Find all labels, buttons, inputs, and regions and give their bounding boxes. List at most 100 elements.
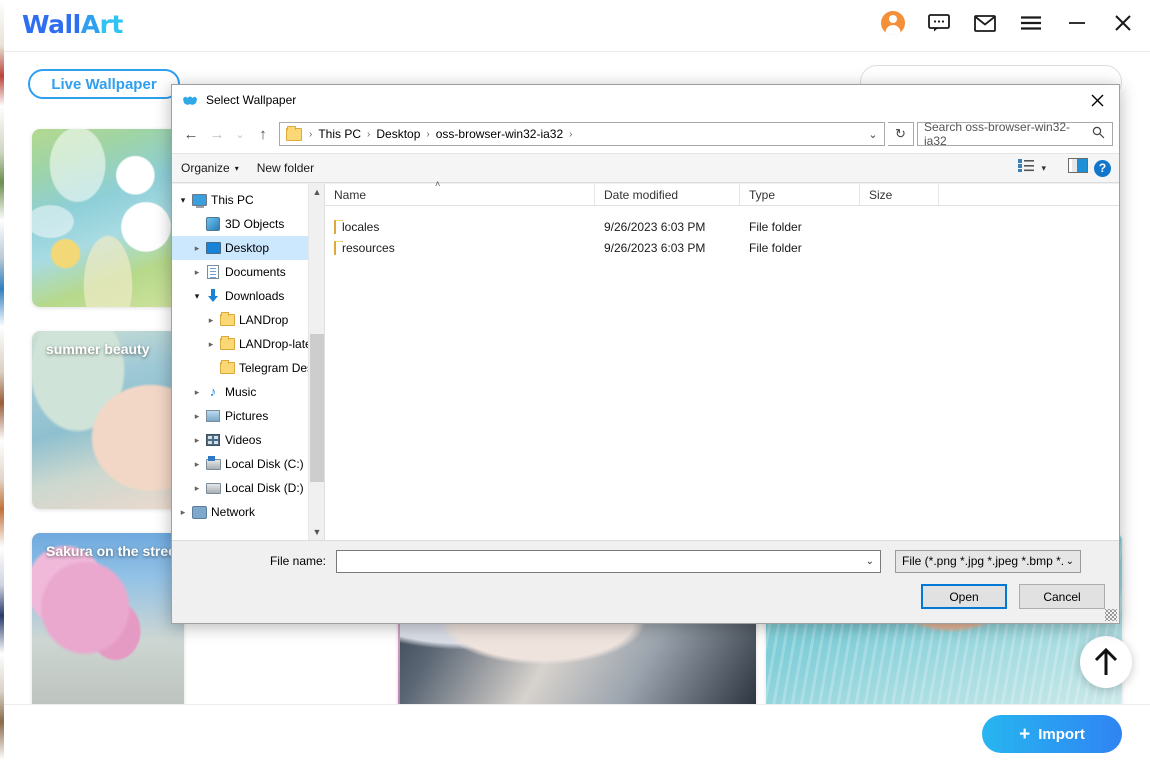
organize-menu-button[interactable]: Organize ▾ [172,154,248,182]
table-row[interactable]: resources 9/26/2023 6:03 PM File folder [325,237,1119,258]
tree-item-music[interactable]: ▸ ♪ Music [172,380,308,404]
dialog-title: Select Wallpaper [206,93,297,107]
file-date-cell: 9/26/2023 6:03 PM [604,219,706,234]
back-button[interactable]: ← [178,121,204,147]
wallpaper-card[interactable]: summer beauty [32,331,184,509]
open-button-label: Open [949,589,979,604]
dialog-titlebar: Select Wallpaper [172,85,1119,115]
file-date-cell: 9/26/2023 6:03 PM [604,240,706,255]
filename-input[interactable]: ⌄ [336,549,881,573]
app-logo: WallArt [22,10,123,39]
chevron-down-icon[interactable]: ⌄ [866,556,880,567]
menu-icon[interactable] [1018,10,1044,36]
folder-icon [218,312,236,326]
tree-item-label: Desktop [225,241,270,255]
logo-part-1: Wall [22,10,81,39]
tree-item-this-pc[interactable]: ▾ This PC [172,188,308,212]
view-options-icon[interactable] [1018,158,1035,178]
tree-item-telegram-desktop[interactable]: Telegram Deskt [172,356,308,380]
window-controls [880,10,1136,36]
tree-item-landrop[interactable]: ▸ LANDrop [172,308,308,332]
tree-scrollbar[interactable]: ▲ ▼ [308,184,324,540]
twisty-closed-icon[interactable]: ▸ [190,387,204,398]
cancel-button[interactable]: Cancel [1019,584,1105,609]
chevron-down-icon: ⌄ [1065,555,1074,567]
address-bar[interactable]: › This PC › Desktop › oss-browser-win32-… [279,122,885,146]
scrollbar-thumb[interactable] [310,334,324,482]
twisty-closed-icon[interactable]: ▸ [204,339,218,350]
scroll-down-arrow-icon[interactable]: ▼ [309,524,324,540]
import-button[interactable]: + Import [982,715,1122,753]
up-button[interactable]: ↑ [250,121,276,147]
new-folder-button[interactable]: New folder [248,154,323,182]
sort-ascending-icon: ˄ [435,179,441,189]
close-icon[interactable] [1110,10,1136,36]
twisty-closed-icon[interactable]: ▸ [204,315,218,326]
twisty-closed-icon[interactable]: ▸ [176,507,190,518]
breadcrumb-this-pc[interactable]: This PC [315,127,364,141]
navigation-tree-pane: ▾ This PC 3D Objects ▸ Desktop ▸ Documen… [172,184,325,540]
twisty-open-icon[interactable]: ▾ [176,195,190,206]
tree-item-3d-objects[interactable]: 3D Objects [172,212,308,236]
resize-grip[interactable] [1105,609,1117,621]
wallpaper-card[interactable]: Sakura on the street [32,533,184,704]
scroll-up-arrow-icon[interactable]: ▲ [309,184,324,200]
tree-item-local-disk-d[interactable]: ▸ Local Disk (D:) [172,476,308,500]
tree-item-desktop[interactable]: ▸ Desktop [172,236,308,260]
breadcrumb-current-folder[interactable]: oss-browser-win32-ia32 [433,127,566,141]
view-dropdown-icon[interactable]: ▾ [1041,163,1046,174]
minimize-icon[interactable] [1064,10,1090,36]
column-label: Size [869,187,893,202]
plus-icon: + [1019,723,1031,745]
search-input[interactable]: Search oss-browser-win32-ia32 [918,120,1092,148]
open-button[interactable]: Open [921,584,1007,609]
wallpaper-card[interactable] [32,129,184,307]
tree-item-local-disk-c[interactable]: ▸ Local Disk (C:) [172,452,308,476]
tree-item-label: Telegram Deskt [239,361,308,375]
twisty-closed-icon[interactable]: ▸ [190,483,204,494]
tree-item-downloads[interactable]: ▾ Downloads [172,284,308,308]
tree-item-documents[interactable]: ▸ Documents [172,260,308,284]
twisty-closed-icon[interactable]: ▸ [190,435,204,446]
column-header-name[interactable]: ˄ Name [325,179,595,205]
twisty-open-icon[interactable]: ▾ [190,291,204,302]
twisty-closed-icon[interactable]: ▸ [190,243,204,254]
tab-live-wallpaper[interactable]: Live Wallpaper [28,69,180,99]
column-header-type[interactable]: Type [740,184,860,205]
twisty-closed-icon[interactable]: ▸ [190,411,204,422]
file-type-filter-combobox[interactable]: File (*.png *.jpg *.jpeg *.bmp *. ⌄ [895,549,1081,573]
tree-item-network[interactable]: ▸ Network [172,500,308,524]
refresh-button[interactable]: ↻ [888,122,914,146]
recent-locations-button[interactable]: ⌄ [230,121,250,147]
dialog-button-row: Open Cancel [921,584,1105,609]
refresh-icon: ↻ [895,126,906,141]
app-titlebar: WallArt [4,0,1150,52]
wallpaper-thumbnail [32,129,184,307]
dialog-toolbar: Organize ▾ New folder ▾ ? [172,153,1119,183]
twisty-closed-icon[interactable]: ▸ [190,267,204,278]
preview-pane-icon[interactable] [1068,158,1088,178]
breadcrumb-desktop[interactable]: Desktop [373,127,423,141]
navigation-tree: ▾ This PC 3D Objects ▸ Desktop ▸ Documen… [172,188,308,540]
dialog-close-button[interactable] [1075,85,1119,115]
table-row[interactable]: locales 9/26/2023 6:03 PM File folder [325,216,1119,237]
breadcrumb-separator: › [426,128,430,140]
mail-icon[interactable] [972,10,998,36]
tree-item-landrop-latest[interactable]: ▸ LANDrop-lates [172,332,308,356]
avatar-icon[interactable] [880,10,906,36]
twisty-closed-icon[interactable]: ▸ [190,459,204,470]
address-dropdown-icon[interactable]: ⌄ [862,128,884,141]
help-button[interactable]: ? [1094,159,1111,177]
tree-item-label: Documents [225,265,286,279]
chat-icon[interactable] [926,10,952,36]
dialog-search-box[interactable]: Search oss-browser-win32-ia32 [917,120,1113,148]
scroll-to-top-button[interactable] [1080,636,1132,688]
tree-item-pictures[interactable]: ▸ Pictures [172,404,308,428]
forward-button[interactable]: → [204,121,230,147]
tree-item-videos[interactable]: ▸ Videos [172,428,308,452]
column-label: Type [749,187,776,202]
file-type-cell: File folder [749,219,802,234]
column-header-size[interactable]: Size [860,184,939,205]
file-type-cell: File folder [749,240,802,255]
column-header-date-modified[interactable]: Date modified [595,184,740,205]
